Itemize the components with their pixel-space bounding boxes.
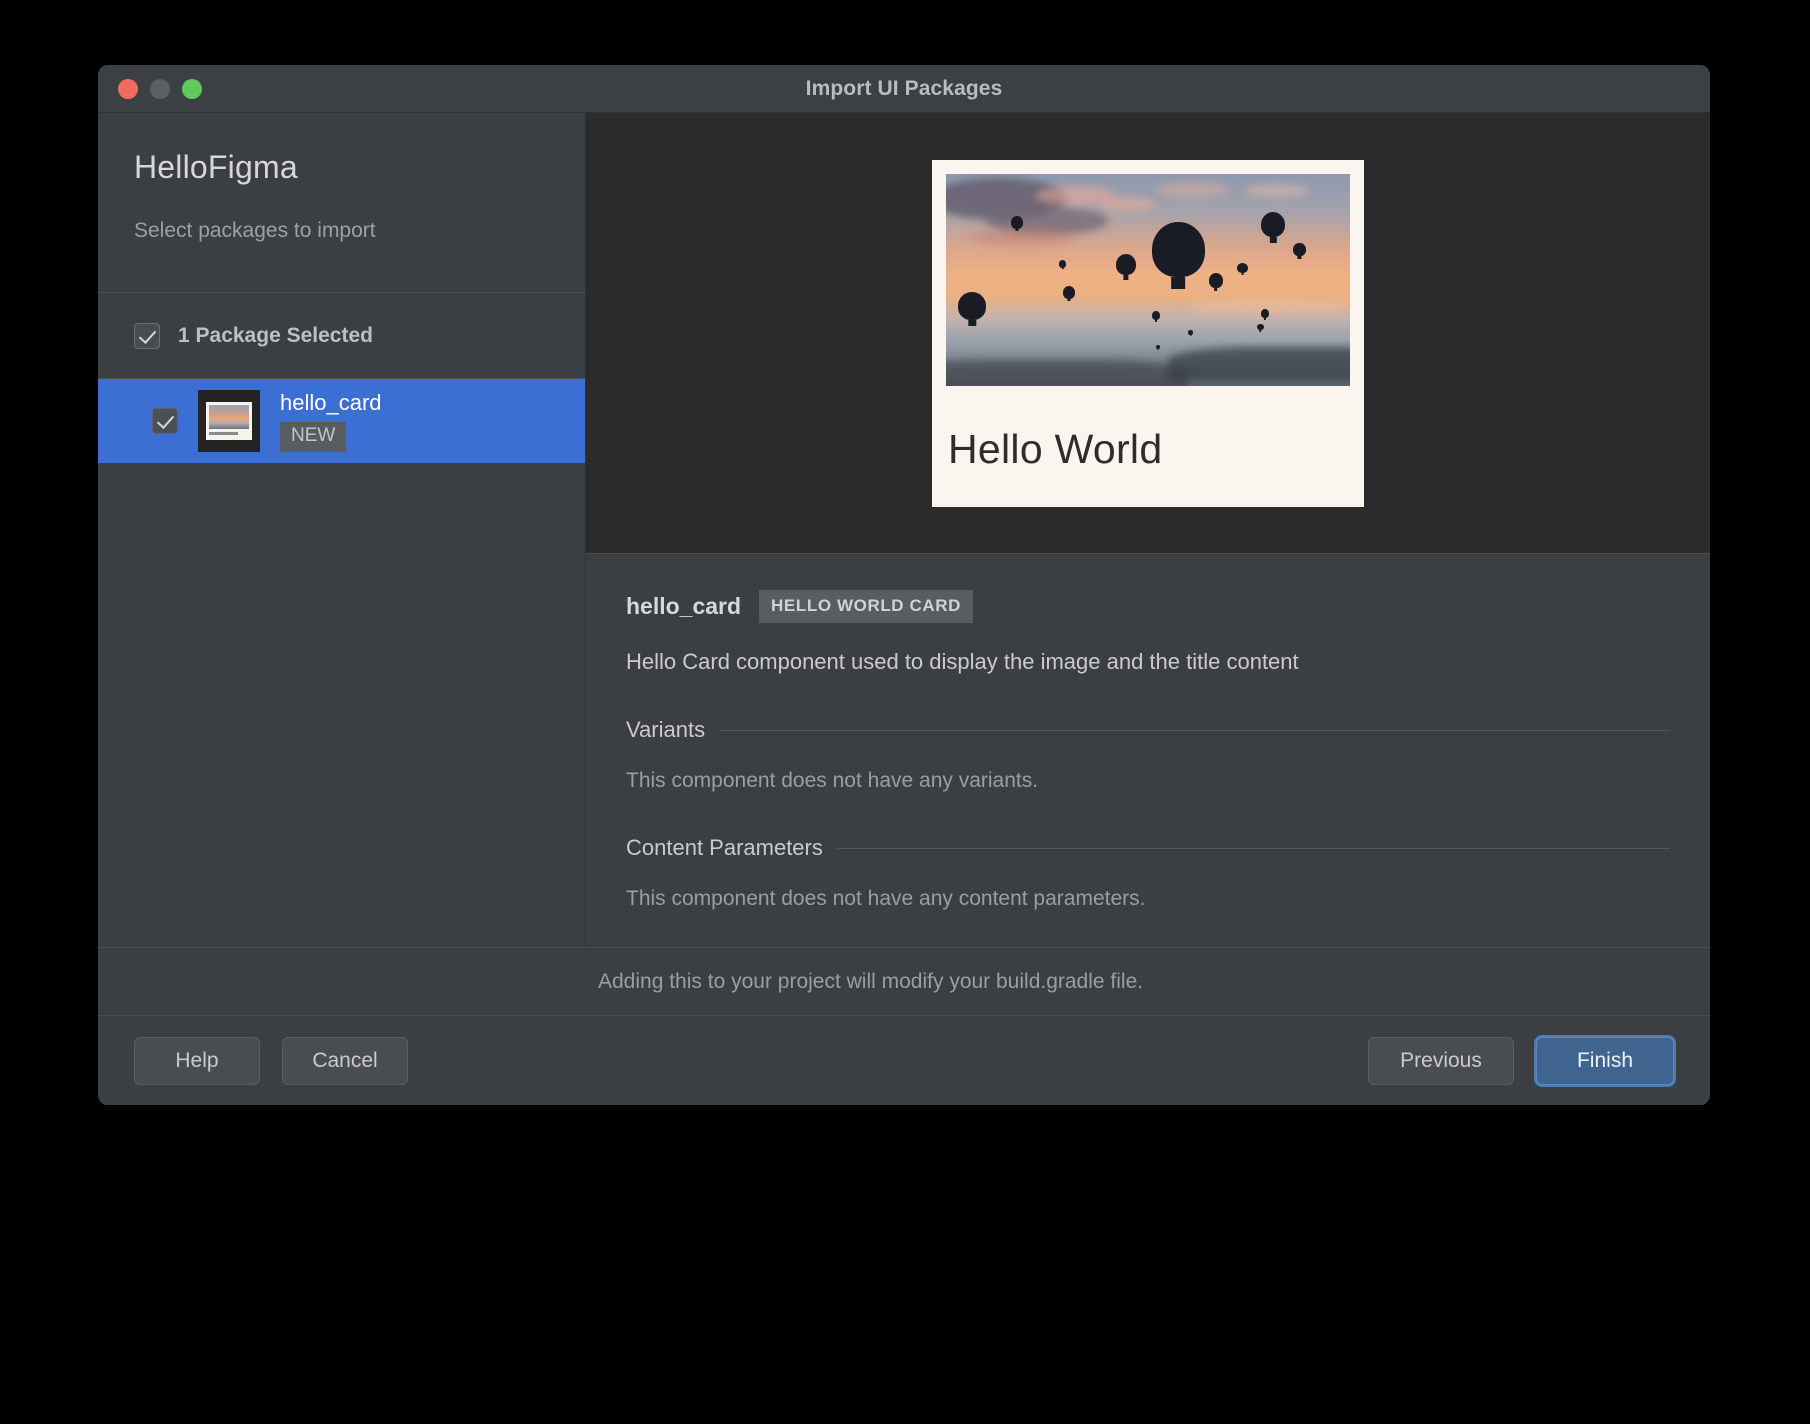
- package-name: hello_card: [280, 390, 382, 415]
- section-divider: [719, 729, 1670, 731]
- project-title: HelloFigma: [134, 149, 298, 185]
- help-button[interactable]: Help: [134, 1036, 260, 1085]
- detail-component-name: hello_card: [626, 593, 742, 619]
- selection-summary-row[interactable]: 1 Package Selected: [98, 293, 585, 379]
- detail-component-tag: HELLO WORLD CARD: [759, 590, 974, 623]
- footer-button-bar: Help Cancel Previous Finish: [98, 1015, 1710, 1105]
- select-all-checkbox[interactable]: [134, 322, 160, 349]
- detail-description: Hello Card component used to display the…: [626, 649, 1299, 674]
- list-item[interactable]: hello_card NEW: [98, 379, 585, 463]
- selection-summary-label: 1 Package Selected: [178, 323, 373, 347]
- section-body-variants: This component does not have any variant…: [626, 769, 1039, 792]
- status-bar: Adding this to your project will modify …: [98, 947, 1710, 1015]
- window-controls: [118, 65, 202, 112]
- status-badge: NEW: [280, 422, 347, 452]
- thumbnail-image: [209, 405, 249, 429]
- sidebar-header: HelloFigma Select packages to import: [98, 113, 585, 293]
- previous-button[interactable]: Previous: [1368, 1036, 1514, 1085]
- detail-header: hello_card HELLO WORLD CARD: [626, 590, 1670, 623]
- status-message: Adding this to your project will modify …: [598, 969, 1144, 993]
- right-pane: Hello World hello_card HELLO WORLD CARD …: [586, 113, 1710, 947]
- title-bar: Import UI Packages: [98, 65, 1710, 113]
- import-ui-packages-dialog: Import UI Packages HelloFigma Select pac…: [98, 65, 1710, 1105]
- details-panel: hello_card HELLO WORLD CARD Hello Card c…: [586, 553, 1710, 947]
- thumbnail-card: [206, 402, 252, 440]
- balloons-image: [946, 173, 1350, 386]
- minimize-window-button[interactable]: [150, 78, 170, 99]
- footer-left-buttons: Help Cancel: [134, 1036, 408, 1085]
- preview-card-title: Hello World: [948, 425, 1163, 472]
- package-thumbnail: [198, 390, 260, 452]
- thumbnail-title-line: [209, 432, 238, 435]
- maximize-window-button[interactable]: [182, 78, 202, 99]
- cancel-button[interactable]: Cancel: [282, 1036, 408, 1085]
- finish-button[interactable]: Finish: [1536, 1036, 1674, 1085]
- sidebar-subtitle: Select packages to import: [134, 219, 376, 242]
- close-window-button[interactable]: [118, 78, 138, 99]
- sidebar: HelloFigma Select packages to import 1 P…: [98, 113, 586, 947]
- dialog-body: HelloFigma Select packages to import 1 P…: [98, 113, 1710, 947]
- window-title: Import UI Packages: [805, 76, 1003, 100]
- section-divider: [836, 847, 1670, 849]
- preview-area: Hello World: [586, 113, 1710, 553]
- section-label: Variants: [626, 717, 706, 742]
- package-checkbox[interactable]: [152, 408, 178, 434]
- section-heading-content-parameters: Content Parameters: [626, 835, 1670, 861]
- section-label: Content Parameters: [626, 835, 823, 860]
- package-info: hello_card NEW: [280, 390, 382, 452]
- preview-card: Hello World: [932, 159, 1364, 507]
- footer-right-buttons: Previous Finish: [1368, 1036, 1674, 1085]
- package-list: hello_card NEW: [98, 379, 585, 947]
- section-body-content-parameters: This component does not have any content…: [626, 887, 1146, 910]
- section-heading-variants: Variants: [626, 717, 1670, 743]
